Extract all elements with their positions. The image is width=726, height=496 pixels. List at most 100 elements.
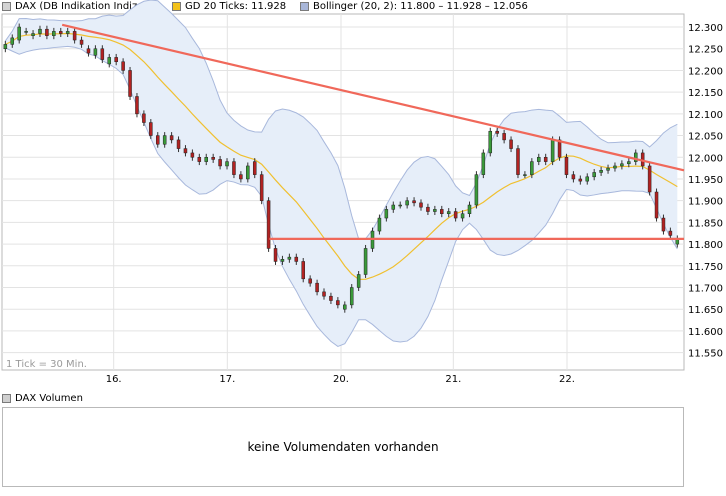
candle-body xyxy=(613,165,617,169)
candle-body xyxy=(155,135,160,145)
candle-body xyxy=(259,174,264,201)
candle-body xyxy=(114,57,118,63)
candle-body xyxy=(107,57,112,65)
candle-body xyxy=(121,61,125,71)
volume-empty-message: keine Volumendaten vorhanden xyxy=(247,440,439,454)
candle-body xyxy=(280,259,285,262)
volume-legend: DAX Volumen xyxy=(2,393,83,404)
candle-body xyxy=(329,295,333,301)
candle-body xyxy=(72,31,77,41)
candle-body xyxy=(578,178,583,182)
y-tick-label: 11.850 xyxy=(688,218,723,229)
candle-body xyxy=(315,282,319,293)
candle-body xyxy=(530,161,534,175)
y-tick-label: 11.600 xyxy=(688,327,723,338)
candle-body xyxy=(204,157,208,162)
candle-body xyxy=(65,31,70,34)
candle-body xyxy=(162,135,167,145)
candle-body xyxy=(460,213,465,219)
x-tick-label: 16. xyxy=(106,374,122,385)
candle-body xyxy=(356,274,361,288)
y-tick-label: 12.250 xyxy=(688,45,723,56)
candle-body xyxy=(647,165,652,193)
candle-body xyxy=(149,122,153,136)
candle-body xyxy=(467,204,472,214)
candle-body xyxy=(322,291,326,297)
candle-body xyxy=(474,174,479,206)
candle-body xyxy=(38,28,42,34)
candle-body xyxy=(516,148,520,175)
candle-body xyxy=(183,148,188,154)
candle-body xyxy=(495,130,499,134)
candle-body xyxy=(564,157,569,175)
candle-body xyxy=(661,217,666,232)
candle-body xyxy=(349,287,354,306)
candle-body xyxy=(308,278,312,284)
candle-body xyxy=(294,256,299,262)
candle-body xyxy=(440,209,444,214)
price-chart: 11.550 11.600 11.650 11.700 11.750 11.800 11.8… xyxy=(1,0,723,385)
candle-body xyxy=(419,202,423,208)
volume-legend-label: DAX Volumen xyxy=(15,393,83,404)
x-tick-label: 21. xyxy=(445,374,461,385)
candle-body xyxy=(197,157,202,162)
y-tick-label: 11.550 xyxy=(688,349,723,360)
tick-interval-note: 1 Tick = 30 Min. xyxy=(6,359,87,370)
candle-body xyxy=(336,300,340,306)
candle-body xyxy=(239,174,243,180)
candle-body xyxy=(571,174,576,180)
candle-body xyxy=(523,174,527,176)
candle-body xyxy=(176,139,181,149)
candle-body xyxy=(52,31,56,36)
candle-body xyxy=(169,135,174,141)
candle-body xyxy=(343,304,347,310)
candle-body xyxy=(599,170,603,173)
candle-body xyxy=(384,209,389,219)
candle-body xyxy=(543,157,548,162)
y-tick-label: 12.100 xyxy=(688,110,723,121)
candle-body xyxy=(218,159,222,167)
y-tick-label: 11.800 xyxy=(688,240,723,251)
candle-body xyxy=(225,161,229,167)
candle-body xyxy=(24,31,28,33)
candle-body xyxy=(190,152,195,158)
x-axis: 16. 17. 20. 21. 22. xyxy=(106,374,575,385)
candle-body xyxy=(232,161,236,175)
candle-body xyxy=(142,113,146,123)
candle-body xyxy=(59,31,63,34)
candle-body xyxy=(412,200,416,204)
y-tick-label: 11.700 xyxy=(688,284,723,295)
candle-body xyxy=(3,44,8,49)
y-tick-label: 11.650 xyxy=(688,305,723,316)
candle-body xyxy=(93,48,98,56)
candle-body xyxy=(135,96,139,115)
y-tick-label: 12.150 xyxy=(688,88,723,99)
candle-body xyxy=(668,230,673,236)
candle-body xyxy=(398,204,402,207)
candle-body xyxy=(620,163,624,167)
candle-body xyxy=(377,217,382,232)
candle-body xyxy=(211,157,215,160)
y-tick-label: 11.900 xyxy=(688,197,723,208)
candle-body xyxy=(45,28,49,36)
candle-body xyxy=(654,191,659,219)
candle-body xyxy=(509,139,513,149)
x-tick-label: 20. xyxy=(333,374,349,385)
candle-body xyxy=(301,261,305,280)
candle-body xyxy=(246,165,250,180)
candle-body xyxy=(592,172,596,178)
candle-body xyxy=(252,161,257,175)
volume-legend-swatch xyxy=(2,394,11,403)
candle-body xyxy=(550,139,555,162)
candle-body xyxy=(426,206,430,212)
candle-body xyxy=(17,26,21,41)
y-tick-label: 12.050 xyxy=(688,132,723,143)
x-tick-label: 22. xyxy=(559,374,575,385)
candle-body xyxy=(31,33,35,36)
y-tick-label: 12.300 xyxy=(688,23,723,34)
candle-body xyxy=(502,133,506,141)
y-axis: 11.550 11.600 11.650 11.700 11.750 11.800 11.8… xyxy=(688,23,723,360)
y-tick-label: 12.200 xyxy=(688,66,723,77)
candle-body xyxy=(481,152,486,175)
candle-body xyxy=(100,48,105,60)
